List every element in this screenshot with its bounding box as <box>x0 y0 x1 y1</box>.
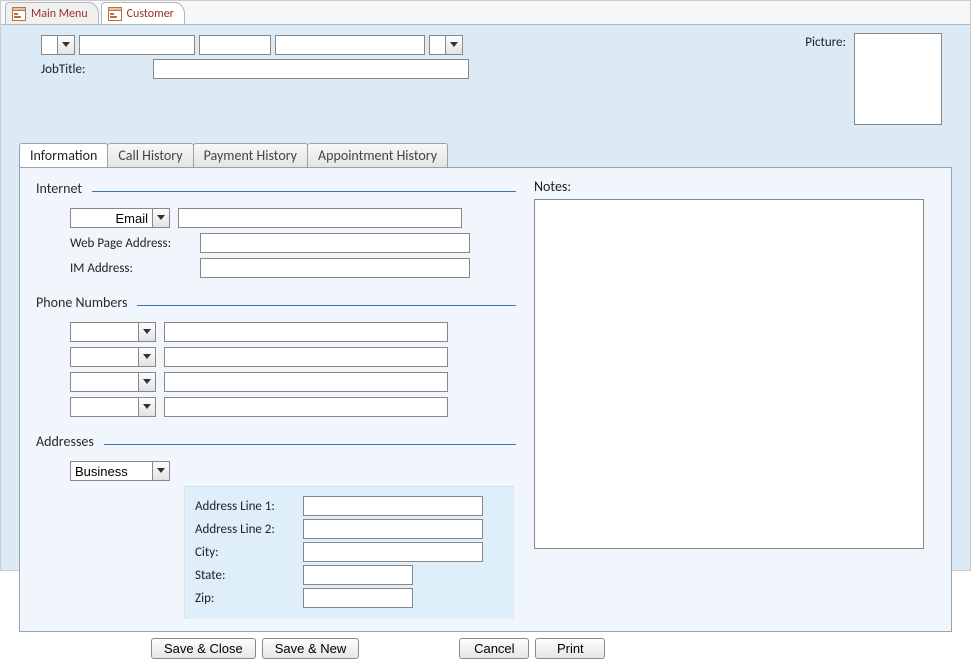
chevron-down-icon[interactable] <box>57 36 74 54</box>
phone-type-input[interactable] <box>71 348 138 366</box>
chevron-down-icon[interactable] <box>445 36 462 54</box>
picture-box[interactable] <box>854 33 942 125</box>
phone-type-input[interactable] <box>71 398 138 416</box>
tab-strip: Information Call History Payment History… <box>19 143 952 167</box>
addr-line2-input[interactable] <box>303 519 483 539</box>
last-name-input[interactable] <box>275 35 425 55</box>
title-combo[interactable] <box>41 35 75 55</box>
notes-textarea[interactable] <box>534 199 924 549</box>
save-close-button[interactable]: Save & Close <box>151 638 256 659</box>
suffix-combo[interactable] <box>429 35 463 55</box>
customer-form: JobTitle: Picture: Information Call Hist… <box>1 25 970 570</box>
tab-call-history[interactable]: Call History <box>107 143 193 167</box>
notes-label: Notes: <box>534 178 935 195</box>
form-icon <box>108 7 122 21</box>
chevron-down-icon[interactable] <box>138 348 155 366</box>
phone-row <box>70 322 516 342</box>
phone-row <box>70 372 516 392</box>
webpage-label: Web Page Address: <box>70 236 192 251</box>
phone-number-input[interactable] <box>164 397 448 417</box>
addr-line2-label: Address Line 2: <box>195 522 297 537</box>
phone-type-input[interactable] <box>71 323 138 341</box>
group-rule <box>137 305 516 306</box>
phone-row <box>70 397 516 417</box>
email-type-combo[interactable] <box>70 208 170 228</box>
middle-name-input[interactable] <box>199 35 271 55</box>
addr-state-label: State: <box>195 568 297 583</box>
doc-tab-label: Main Menu <box>31 7 88 21</box>
address-subform: Address Line 1: Address Line 2: City: St… <box>184 486 514 619</box>
address-type-combo[interactable] <box>70 461 170 481</box>
cancel-button[interactable]: Cancel <box>459 638 529 659</box>
phone-number-input[interactable] <box>164 347 448 367</box>
addr-line1-input[interactable] <box>303 496 483 516</box>
button-bar: Save & Close Save & New Cancel Print <box>151 638 952 659</box>
save-new-button[interactable]: Save & New <box>262 638 360 659</box>
tab-information[interactable]: Information <box>19 143 108 167</box>
addr-line1-label: Address Line 1: <box>195 499 297 514</box>
phone-type-combo[interactable] <box>70 347 156 367</box>
email-type-input[interactable] <box>71 209 152 227</box>
doc-tab-label: Customer <box>127 7 174 21</box>
internet-group-label: Internet <box>36 180 82 197</box>
phone-type-combo[interactable] <box>70 372 156 392</box>
phone-type-input[interactable] <box>71 373 138 391</box>
addresses-group-label: Addresses <box>36 433 94 450</box>
phone-number-input[interactable] <box>164 322 448 342</box>
im-label: IM Address: <box>70 261 192 276</box>
chevron-down-icon[interactable] <box>152 462 169 480</box>
title-input[interactable] <box>42 36 57 54</box>
group-rule <box>92 191 516 192</box>
chevron-down-icon[interactable] <box>138 398 155 416</box>
address-type-input[interactable] <box>71 462 152 480</box>
form-icon <box>12 7 26 21</box>
phone-row <box>70 347 516 367</box>
suffix-input[interactable] <box>430 36 445 54</box>
group-rule <box>104 444 516 445</box>
phone-type-combo[interactable] <box>70 322 156 342</box>
doc-tab-main-menu[interactable]: Main Menu <box>5 2 99 24</box>
addr-zip-label: Zip: <box>195 591 297 606</box>
phones-group-label: Phone Numbers <box>36 294 127 311</box>
email-input[interactable] <box>178 208 462 228</box>
tab-panel-information: Internet Web Page Address: <box>19 167 952 632</box>
chevron-down-icon[interactable] <box>152 209 169 227</box>
print-button[interactable]: Print <box>535 638 605 659</box>
phone-number-input[interactable] <box>164 372 448 392</box>
addr-zip-input[interactable] <box>303 588 413 608</box>
first-name-input[interactable] <box>79 35 195 55</box>
doc-tab-customer[interactable]: Customer <box>101 2 185 24</box>
tab-appointment-history[interactable]: Appointment History <box>307 143 448 167</box>
addr-city-label: City: <box>195 545 297 560</box>
webpage-input[interactable] <box>200 233 470 253</box>
tab-payment-history[interactable]: Payment History <box>193 143 308 167</box>
phone-type-combo[interactable] <box>70 397 156 417</box>
name-row <box>41 35 805 55</box>
addr-city-input[interactable] <box>303 542 483 562</box>
addr-state-input[interactable] <box>303 565 413 585</box>
im-input[interactable] <box>200 258 470 278</box>
chevron-down-icon[interactable] <box>138 373 155 391</box>
jobtitle-input[interactable] <box>153 59 469 79</box>
document-tabs: Main Menu Customer <box>1 1 970 25</box>
picture-label: Picture: <box>805 33 846 50</box>
jobtitle-label: JobTitle: <box>41 62 85 77</box>
chevron-down-icon[interactable] <box>138 323 155 341</box>
